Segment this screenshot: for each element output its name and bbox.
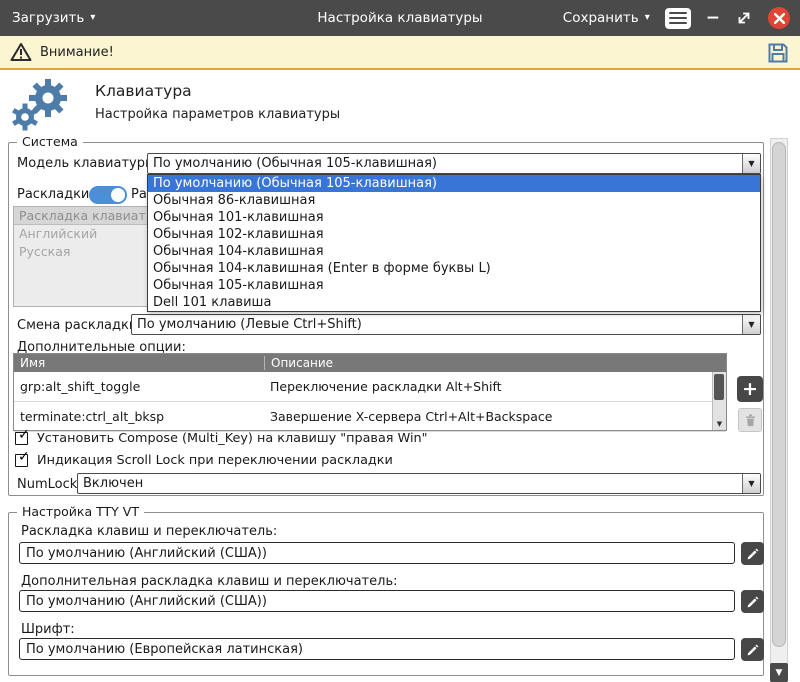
hamburger-icon [669,17,687,19]
titlebar: Настройка клавиатуры Загрузить ▾ Сохрани… [0,0,800,36]
table-scrollbar[interactable]: ▼ [712,372,726,430]
keyboard-model-value: По умолчанию (Обычная 105-клавишная) [148,154,742,173]
save-button-label: Сохранить [563,10,639,26]
load-button-label: Загрузить [12,10,84,26]
page-subtitle: Настройка параметров клавиатуры [95,107,340,122]
delete-option-button[interactable] [738,408,762,432]
warning-icon [10,42,32,62]
checkmark-icon: ✓ [18,427,30,443]
checkbox[interactable]: ✓ [15,454,28,467]
dropdown-option[interactable]: Обычная 86-клавишная [148,192,760,209]
layouts-partial-text: Ра [131,187,147,202]
dropdown-option[interactable]: Обычная 104-клавишная [148,243,760,260]
numlock-label: NumLock: [17,477,82,492]
menu-button[interactable] [665,8,691,29]
numlock-value: Включен [78,474,742,493]
load-button[interactable]: Загрузить ▾ [12,0,95,36]
system-group-legend: Система [17,134,83,149]
table-scroll-down-icon[interactable]: ▼ [713,417,726,430]
chevron-down-icon[interactable]: ▼ [742,154,760,173]
scroll-lock-checkbox-label: Индикация Scroll Lock при переключении р… [37,453,393,468]
option-description-cell: Завершение X-сервера Ctrl+Alt+Backspace [264,409,726,424]
option-name-cell: terminate:ctrl_alt_bksp [14,409,264,424]
layout-switch-value: По умолчанию (Левые Ctrl+Shift) [132,315,742,334]
tty-group-legend: Настройка TTY VT [17,504,144,519]
tty-group: Настройка TTY VT Раскладка клавиш и пере… [8,512,764,676]
hamburger-icon [669,12,687,14]
pencil-icon [746,643,760,657]
warning-text: Внимание! [40,45,114,60]
caret-down-icon: ▾ [645,13,650,23]
compose-checkbox-row[interactable]: ✓ Установить Compose (Multi_Key) на клав… [15,431,428,446]
dropdown-option[interactable]: Обычная 104-клавишная (Enter в форме бук… [148,260,760,277]
extra-options-table: Имя Описание grp:alt_shift_toggle Перекл… [13,353,727,431]
close-button[interactable] [768,7,790,29]
scroll-down-button[interactable]: ▼ [770,663,788,682]
dropdown-option[interactable]: Обычная 102-клавишная [148,226,760,243]
column-header-name[interactable]: Имя [14,356,264,370]
keyboard-model-dropdown: По умолчанию (Обычная 105-клавишная) Обы… [147,174,761,312]
page-title: Клавиатура [95,82,192,100]
tty-font-edit-button[interactable] [741,638,764,661]
system-group: Система Модель клавиатуры: По умолчанию … [8,142,764,496]
layouts-toggle[interactable] [89,186,127,204]
expand-icon [735,9,753,27]
keyboard-model-select[interactable]: По умолчанию (Обычная 105-клавишная) ▼ [147,153,761,174]
table-header-row: Имя Описание [14,354,726,372]
tty-layout-input[interactable]: По умолчанию (Английский (США)) [19,542,735,564]
checkbox[interactable]: ✓ [15,432,28,445]
caret-down-icon: ▾ [90,13,95,23]
floppy-icon [766,41,790,65]
option-description-cell: Переключение раскладки Alt+Shift [264,379,726,394]
table-row[interactable]: terminate:ctrl_alt_bksp Завершение X-сер… [14,402,726,432]
trash-icon [743,413,758,428]
checkmark-icon: ✓ [18,449,30,465]
minimize-button[interactable]: − [706,10,720,27]
chevron-down-icon[interactable]: ▼ [742,315,760,334]
close-icon [774,13,785,24]
dropdown-option[interactable]: Обычная 101-клавишная [148,209,760,226]
save-file-button[interactable] [764,40,792,66]
table-row[interactable]: grp:alt_shift_toggle Переключение раскла… [14,372,726,402]
tty-extra-layout-edit-button[interactable] [741,590,764,613]
dropdown-option[interactable]: Dell 101 клавиша [148,294,760,311]
tty-font-input[interactable]: По умолчанию (Европейская латинская) [19,638,735,660]
option-name-cell: grp:alt_shift_toggle [14,379,264,394]
save-button[interactable]: Сохранить ▾ [563,10,650,26]
tty-extra-layout-input[interactable]: По умолчанию (Английский (США)) [19,590,735,612]
table-scrollbar-thumb[interactable] [714,374,724,400]
layout-switch-select[interactable]: По умолчанию (Левые Ctrl+Shift) ▼ [131,314,761,335]
dropdown-option-selected[interactable]: По умолчанию (Обычная 105-клавишная) [148,175,760,192]
column-header-description[interactable]: Описание [264,356,726,370]
keyboard-settings-window: Настройка клавиатуры Загрузить ▾ Сохрани… [0,0,800,682]
gears-icon [8,76,78,132]
keyboard-model-label: Модель клавиатуры: [17,156,160,171]
tty-layout-edit-button[interactable] [741,542,764,565]
add-option-button[interactable]: + [737,376,763,402]
layouts-label: Раскладки: [17,187,94,202]
layout-switch-label: Смена раскладки: [17,318,142,333]
tty-extra-layout-label: Дополнительная раскладка клавиш и перекл… [21,574,397,589]
numlock-select[interactable]: Включен ▼ [77,473,761,494]
pencil-icon [746,595,760,609]
compose-checkbox-label: Установить Compose (Multi_Key) на клавиш… [37,431,428,446]
pencil-icon [746,547,760,561]
warning-bar: Внимание! [0,36,800,70]
tty-font-label: Шрифт: [21,622,75,637]
scrollbar-thumb[interactable] [772,142,786,647]
toggle-knob [111,188,125,202]
dropdown-option[interactable]: Обычная 105-клавишная [148,277,760,294]
scroll-lock-checkbox-row[interactable]: ✓ Индикация Scroll Lock при переключении… [15,453,393,468]
chevron-down-icon[interactable]: ▼ [742,474,760,493]
tty-layout-label: Раскладка клавиш и переключатель: [21,524,277,539]
expand-button[interactable] [735,9,753,27]
hamburger-icon [669,22,687,24]
